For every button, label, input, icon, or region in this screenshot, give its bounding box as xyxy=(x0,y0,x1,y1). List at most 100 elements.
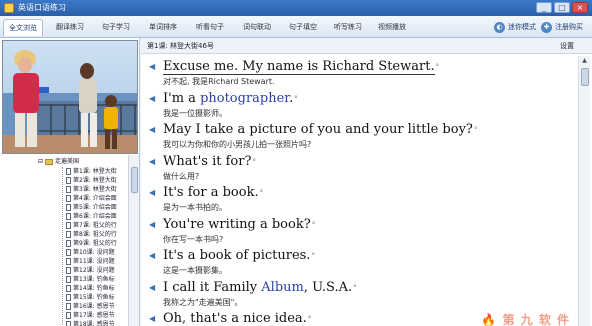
tab-fill-blank[interactable]: 句子填空 xyxy=(283,19,323,36)
tree-item-lesson[interactable]: 第18课: 感恩节 xyxy=(66,320,115,326)
tree-item-label: 第1课: 林登大街 xyxy=(73,168,117,175)
english-sentence[interactable]: ◀ May I take a picture of you and your li… xyxy=(147,121,567,139)
app-icon xyxy=(4,3,14,13)
settings-link[interactable]: 设置 xyxy=(560,38,574,54)
title-bar: 英语口语练习 _ □ × xyxy=(0,0,592,16)
tree-item-lesson[interactable]: 第12课: 没问题 xyxy=(66,266,115,275)
video-frame[interactable] xyxy=(2,40,138,154)
chinese-translation: 这是一本摄影集。 xyxy=(163,266,227,275)
document-icon xyxy=(66,186,71,193)
document-icon xyxy=(66,204,71,211)
tree-item-lesson[interactable]: 第5课: 介绍会面 xyxy=(66,203,117,212)
document-icon xyxy=(66,294,71,301)
chinese-translation: 我可以为你和你的小男孩儿拍一张照片吗? xyxy=(163,140,312,149)
tree-item-lesson[interactable]: 第1课: 林登大街 xyxy=(66,167,117,176)
app-window: 英语口语练习 _ □ × 全文浏览 翻译练习 句子学习 单词排序 听看句子 词句… xyxy=(0,0,592,326)
tree-item-label: 第15课: 钓鱼标 xyxy=(73,294,115,301)
close-button[interactable]: × xyxy=(572,2,588,13)
tab-dictation[interactable]: 听写练习 xyxy=(328,19,368,36)
note-mark-icon: ° xyxy=(435,63,440,71)
mini-mode-icon: ◐ xyxy=(494,22,505,33)
sentence-pair[interactable]: ◀ It's a book of pictures.° 这是一本摄影集。 xyxy=(147,247,567,277)
tree-scroll-thumb[interactable] xyxy=(131,167,138,193)
tree-item-label: 第5课: 介绍会面 xyxy=(73,204,117,211)
tree-item-lesson[interactable]: 第16课: 感恩节 xyxy=(66,302,115,311)
document-icon xyxy=(66,303,71,310)
tab-word-order[interactable]: 单词排序 xyxy=(143,19,183,36)
tab-full-text[interactable]: 全文浏览 xyxy=(3,19,43,36)
speaker-icon[interactable]: ◀ xyxy=(149,126,157,134)
tab-video[interactable]: 视频播放 xyxy=(372,19,412,36)
tree-item-lesson[interactable]: 第11课: 没问题 xyxy=(66,257,115,266)
note-mark-icon: ° xyxy=(311,252,315,260)
sentence-pair[interactable]: ◀ What's it for?° 做什么用? xyxy=(147,153,567,183)
english-sentence[interactable]: ◀ It's a book of pictures.° xyxy=(147,247,567,265)
tree-item-lesson[interactable]: 第15课: 钓鱼标 xyxy=(66,293,115,302)
sentence-pair[interactable]: ◀ Excuse me. My name is Richard Stewart.°… xyxy=(147,58,567,88)
note-mark-icon: ° xyxy=(311,220,316,229)
sentence-pair[interactable]: ◀ You're writing a book?° 你在写一本书吗? xyxy=(147,216,567,246)
document-icon xyxy=(66,249,71,256)
tree-item-lesson[interactable]: 第17课: 感恩节 xyxy=(66,311,115,320)
document-icon xyxy=(66,276,71,283)
lesson-tree: ⊟ 走遍美国 第1课: 林登大街 第2课: 林登大街 第3课: 林登大街 第4课: 介绍… xyxy=(0,155,140,326)
speaker-icon[interactable]: ◀ xyxy=(149,157,157,166)
content-panel: 第1课: 林登大街46号 设置 ◀ Excuse me. My name is R… xyxy=(141,38,592,326)
tree-root-node[interactable]: ⊟ 走遍美国 xyxy=(38,157,79,166)
document-icon xyxy=(66,321,71,326)
tree-item-lesson[interactable]: 第9课: 祖父的行 xyxy=(66,239,117,248)
sentence-pair[interactable]: ◀ I call it Family Album, U.S.A.° 我称之为"走遍美… xyxy=(147,279,567,309)
english-sentence[interactable]: ◀ You're writing a book?° xyxy=(147,216,567,234)
tree-item-label: 第13课: 钓鱼标 xyxy=(73,276,115,283)
tree-item-lesson[interactable]: 第4课: 介绍会面 xyxy=(66,194,117,203)
tree-item-label: 第8课: 祖父的行 xyxy=(73,231,117,238)
tree-item-label: 第3课: 林登大街 xyxy=(73,186,117,193)
document-icon xyxy=(66,285,71,292)
tree-scrollbar[interactable] xyxy=(128,155,139,326)
speaker-icon[interactable]: ◀ xyxy=(149,283,157,292)
tree-item-lesson[interactable]: 第10课: 没问题 xyxy=(66,248,115,257)
speaker-icon[interactable]: ◀ xyxy=(149,315,157,323)
sentence-pair[interactable]: ◀ May I take a picture of you and your li… xyxy=(147,121,567,151)
english-sentence[interactable]: ◀ I call it Family Album, U.S.A.° xyxy=(147,279,567,297)
speaker-icon[interactable]: ◀ xyxy=(149,252,157,260)
left-panel: ⊟ 走遍美国 第1课: 林登大街 第2课: 林登大街 第3课: 林登大街 第4课: 介绍… xyxy=(0,38,140,326)
english-sentence[interactable]: ◀ Excuse me. My name is Richard Stewart.° xyxy=(147,58,567,76)
speaker-icon[interactable]: ◀ xyxy=(149,189,157,197)
register-button[interactable]: ✚ 注册购买 xyxy=(541,19,583,35)
tree-item-lesson[interactable]: 第2课: 林登大街 xyxy=(66,176,117,185)
tab-translation[interactable]: 翻译练习 xyxy=(50,19,90,36)
video-still-image xyxy=(3,41,137,153)
speaker-icon[interactable]: ◀ xyxy=(149,220,157,229)
speaker-icon[interactable]: ◀ xyxy=(149,94,157,103)
tree-item-lesson[interactable]: 第13课: 钓鱼标 xyxy=(66,275,115,284)
tree-item-label: 第17课: 感恩节 xyxy=(73,312,115,319)
tree-item-lesson[interactable]: 第8课: 祖父的行 xyxy=(66,230,117,239)
folder-icon xyxy=(45,158,54,165)
tree-item-label: 第2课: 林登大街 xyxy=(73,177,117,184)
tab-sentence-study[interactable]: 句子学习 xyxy=(96,19,136,36)
tree-item-lesson[interactable]: 第3课: 林登大街 xyxy=(66,185,117,194)
chinese-translation: 是为一本书拍的。 xyxy=(163,203,227,212)
english-sentence[interactable]: ◀ I'm a photographer.° xyxy=(147,90,567,108)
mini-mode-button[interactable]: ◐ 迷你模式 xyxy=(494,19,536,35)
note-mark-icon: ° xyxy=(307,315,312,323)
sentence-pair[interactable]: ◀ It's for a book.° 是为一本书拍的。 xyxy=(147,184,567,214)
tab-word-link[interactable]: 词句联动 xyxy=(237,19,277,36)
english-sentence[interactable]: ◀ It's for a book.° xyxy=(147,184,567,202)
tab-listen-sentence[interactable]: 听看句子 xyxy=(190,19,230,36)
content-scroll-thumb[interactable] xyxy=(581,68,589,86)
document-icon xyxy=(66,168,71,175)
english-sentence[interactable]: ◀ What's it for?° xyxy=(147,153,567,171)
content-scrollbar[interactable]: ▲ xyxy=(578,56,590,326)
tree-item-lesson[interactable]: 第7课: 祖父的行 xyxy=(66,221,117,230)
tree-item-lesson[interactable]: 第14课: 钓鱼标 xyxy=(66,284,115,293)
maximize-button[interactable]: □ xyxy=(554,2,570,13)
tree-item-label: 第11课: 没问题 xyxy=(73,258,115,265)
tree-item-lesson[interactable]: 第6课: 介绍会面 xyxy=(66,212,117,221)
scroll-up-icon[interactable]: ▲ xyxy=(579,56,590,66)
speaker-icon[interactable]: ◀ xyxy=(149,63,157,71)
note-mark-icon: ° xyxy=(473,126,478,134)
sentence-pair[interactable]: ◀ I'm a photographer.° 我是一位摄影师。 xyxy=(147,90,567,120)
minimize-button[interactable]: _ xyxy=(536,2,552,13)
